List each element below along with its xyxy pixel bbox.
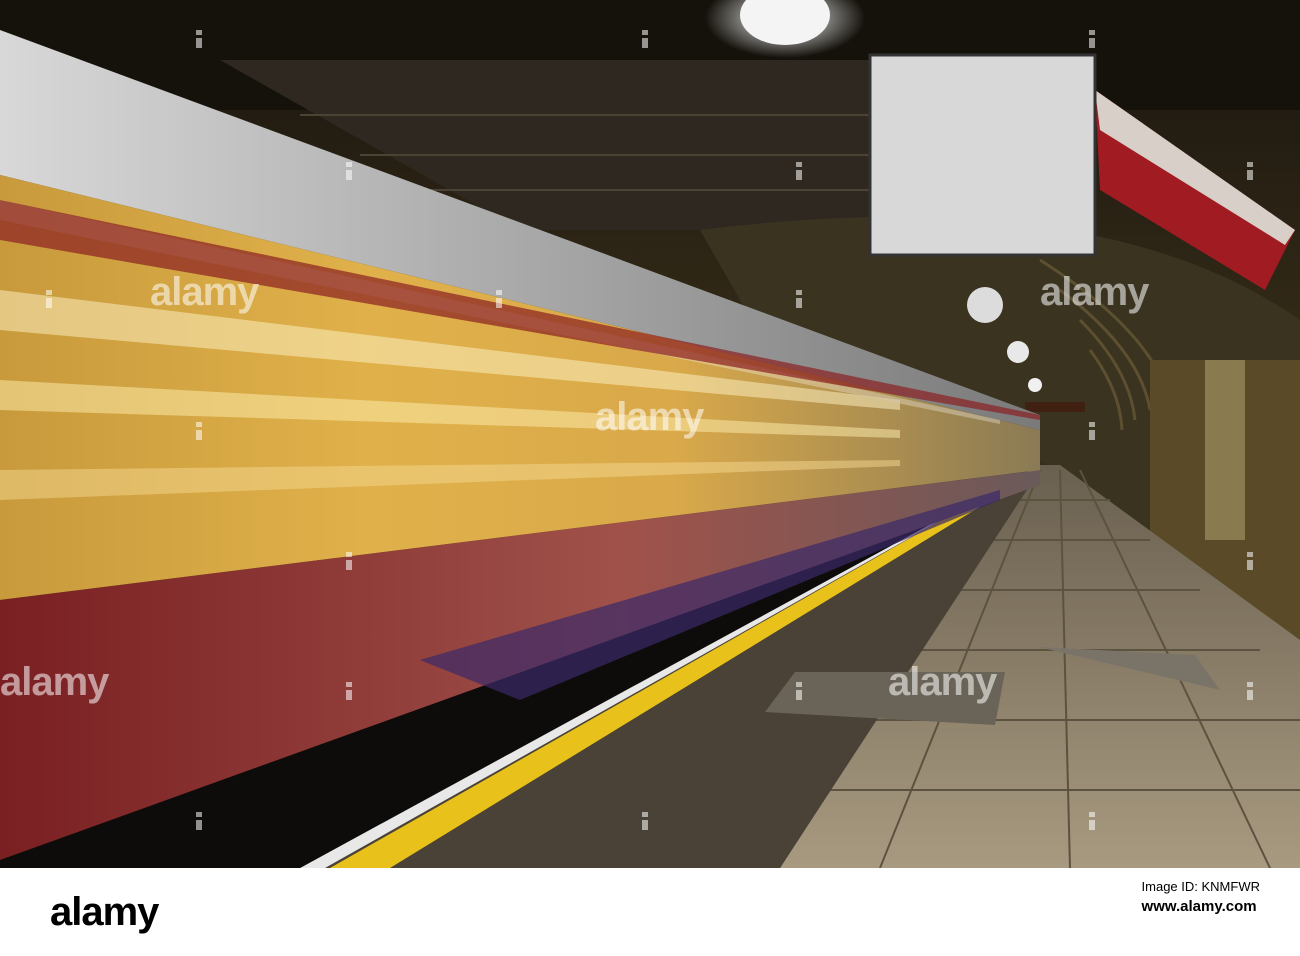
blank-sign-board (868, 53, 1097, 257)
watermark-mark-icon (344, 682, 354, 700)
pendant-lamp-1 (967, 287, 1003, 323)
watermark-mark-icon (494, 290, 504, 308)
watermark-mark-icon (1087, 422, 1097, 440)
alamy-logo[interactable]: alamy (50, 890, 159, 935)
watermark-5: alamy (1040, 270, 1149, 314)
footer-bar: alamy Image ID: KNMFWR www.alamy.com (0, 868, 1300, 956)
watermark-mark-icon (640, 812, 650, 830)
footer-meta: Image ID: KNMFWR www.alamy.com (1142, 878, 1260, 918)
watermark-2: alamy (595, 395, 704, 439)
watermark-4: alamy (888, 660, 997, 704)
pendant-lamp-2 (1007, 341, 1029, 363)
watermark-3: alamy (0, 660, 109, 704)
watermark-mark-icon (794, 162, 804, 180)
image-id-label: Image ID: KNMFWR (1141, 879, 1260, 894)
watermark-mark-icon (1245, 162, 1255, 180)
footer-url-link[interactable]: www.alamy.com (1142, 896, 1260, 918)
watermark-mark-icon (194, 422, 204, 440)
wall-window (1205, 360, 1245, 540)
watermark-mark-icon (1087, 812, 1097, 830)
watermark-mark-icon (1087, 30, 1097, 48)
watermark-1: alamy (150, 270, 259, 314)
watermark-mark-icon (44, 290, 54, 308)
watermark-mark-icon (794, 682, 804, 700)
departure-board (1025, 402, 1085, 412)
watermark-mark-icon (1245, 552, 1255, 570)
watermark-mark-icon (1245, 682, 1255, 700)
watermark-mark-icon (194, 812, 204, 830)
watermark-mark-icon (794, 290, 804, 308)
watermark-mark-icon (640, 30, 650, 48)
watermark-mark-icon (194, 30, 204, 48)
pendant-lamp-3 (1028, 378, 1042, 392)
watermark-mark-icon (344, 552, 354, 570)
watermark-mark-icon (344, 162, 354, 180)
photo-stage: alamy alamy alamy alamy alamy alamy Imag… (0, 0, 1300, 956)
